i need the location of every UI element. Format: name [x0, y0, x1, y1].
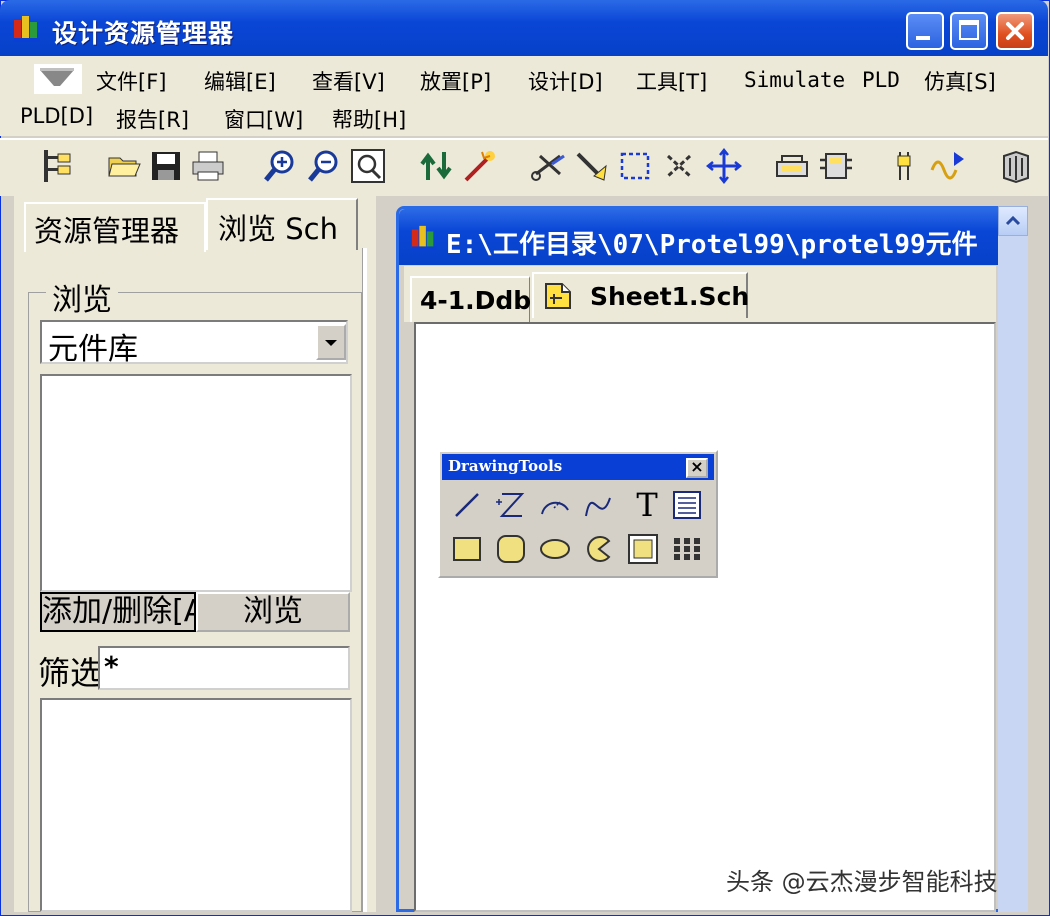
- deselect-icon[interactable]: [662, 148, 698, 184]
- select-area-icon[interactable]: [618, 148, 654, 184]
- chevron-up-icon: [1005, 215, 1021, 226]
- library-list[interactable]: [40, 374, 352, 592]
- tab-sheet1-label: Sheet1.Sch: [590, 282, 750, 311]
- add-remove-button[interactable]: 添加/删除[A: [40, 592, 196, 632]
- graphic-tool-icon[interactable]: [626, 532, 660, 566]
- zoom-out-icon[interactable]: [306, 148, 342, 184]
- component-icon[interactable]: [818, 148, 854, 184]
- paste-icon[interactable]: [574, 148, 610, 184]
- open-folder-icon[interactable]: [106, 148, 142, 184]
- menu-design[interactable]: 设计[D]: [528, 66, 603, 96]
- rounded-rectangle-tool-icon[interactable]: [494, 532, 528, 566]
- schematic-canvas[interactable]: [414, 322, 996, 912]
- filter-value: *: [104, 650, 119, 683]
- tab-browse-sch-label: 浏览 Sch: [218, 212, 338, 246]
- drawing-tools-close-button[interactable]: ×: [686, 458, 708, 478]
- ellipse-tool-icon[interactable]: [538, 532, 572, 566]
- library-type-value: 元件库: [48, 332, 138, 367]
- maximize-button[interactable]: [950, 12, 988, 50]
- text-tool-icon[interactable]: T: [630, 486, 664, 524]
- menu-view[interactable]: 查看[V]: [312, 66, 385, 96]
- save-icon[interactable]: [148, 148, 184, 184]
- line-tool-icon[interactable]: [450, 488, 484, 522]
- menu-edit[interactable]: 编辑[E]: [204, 66, 276, 96]
- menu-arrow-icon[interactable]: [34, 64, 82, 94]
- close-icon: [1006, 22, 1024, 40]
- vertical-scrollbar[interactable]: [998, 206, 1028, 912]
- close-button[interactable]: [996, 12, 1034, 50]
- rectangle-tool-icon[interactable]: [450, 532, 484, 566]
- minimize-icon: [916, 36, 930, 40]
- library-browse-icon[interactable]: [774, 148, 810, 184]
- scroll-up-button[interactable]: [998, 206, 1028, 236]
- schematic-doc-icon: [545, 283, 571, 309]
- menu-reports[interactable]: 报告[R]: [116, 104, 189, 134]
- window-title: 设计资源管理器: [52, 19, 235, 48]
- watermark: 头条 @云杰漫步智能科技: [726, 868, 998, 896]
- menu-pld-d[interactable]: PLD[D]: [20, 104, 93, 128]
- menu-simulation[interactable]: 仿真[S]: [924, 66, 996, 96]
- help-icon[interactable]: [998, 148, 1034, 184]
- menu-place[interactable]: 放置[P]: [420, 66, 491, 96]
- cross-probe-icon[interactable]: [462, 148, 498, 184]
- text-frame-tool-icon[interactable]: [670, 488, 704, 522]
- move-icon[interactable]: [706, 148, 742, 184]
- wiring-tools-icon[interactable]: [886, 148, 922, 184]
- document-title: E:\工作目录\07\Protel99\protel99元件: [446, 230, 978, 260]
- tab-ddb[interactable]: 4-1.Ddb: [410, 276, 532, 322]
- filter-input[interactable]: [98, 646, 350, 690]
- app-icon[interactable]: [12, 14, 42, 44]
- filter-label: 筛选: [38, 654, 103, 692]
- zoom-in-icon[interactable]: [262, 148, 298, 184]
- chevron-down-icon: [325, 340, 337, 346]
- maximize-icon: [959, 20, 979, 40]
- design-tree-icon[interactable]: [40, 148, 76, 184]
- tab-explorer-label: 资源管理器: [34, 214, 180, 248]
- panel-divider: [362, 248, 367, 912]
- menu-simulate[interactable]: Simulate: [744, 68, 845, 92]
- hierarchy-up-down-icon[interactable]: [418, 148, 454, 184]
- arc-tool-icon[interactable]: [538, 488, 572, 522]
- zoom-area-icon[interactable]: [350, 148, 386, 184]
- menu-tools[interactable]: 工具[T]: [636, 66, 707, 96]
- menu-pld[interactable]: PLD: [862, 68, 900, 92]
- document-app-icon[interactable]: [410, 224, 438, 252]
- cut-icon[interactable]: [530, 148, 566, 184]
- menu-window[interactable]: 窗口[W]: [224, 104, 303, 134]
- browse-group-label: 浏览: [46, 275, 118, 319]
- simulate-icon[interactable]: [930, 148, 966, 184]
- dropdown-button[interactable]: [316, 324, 346, 360]
- print-icon[interactable]: [190, 148, 226, 184]
- array-paste-tool-icon[interactable]: [670, 532, 704, 566]
- pie-tool-icon[interactable]: [582, 532, 616, 566]
- drawing-tools-title: DrawingTools: [448, 457, 563, 475]
- tab-ddb-label: 4-1.Ddb: [420, 286, 532, 315]
- menu-file[interactable]: 文件[F]: [96, 66, 166, 96]
- menu-help[interactable]: 帮助[H]: [332, 104, 406, 134]
- minimize-button[interactable]: [906, 12, 944, 50]
- polygon-tool-icon[interactable]: [494, 488, 528, 522]
- component-list[interactable]: [40, 698, 352, 912]
- browse-button[interactable]: 浏览: [196, 592, 350, 632]
- bezier-tool-icon[interactable]: [582, 488, 616, 522]
